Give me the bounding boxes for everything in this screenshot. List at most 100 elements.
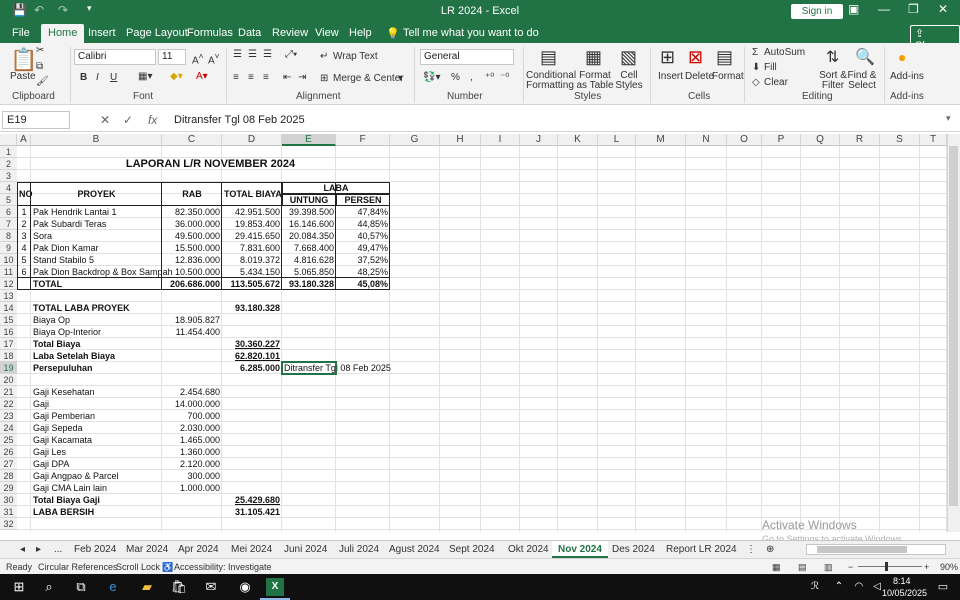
summary-label[interactable]: Biaya Op <box>31 314 162 326</box>
font-name-select[interactable]: Calibri <box>74 49 156 65</box>
row-header-1[interactable]: 1 <box>0 146 17 158</box>
column-header-A[interactable]: A <box>17 134 31 146</box>
zoom-in-icon[interactable]: + <box>924 562 929 572</box>
zoom-out-icon[interactable]: − <box>848 562 853 572</box>
font-size-select[interactable]: 11 <box>158 49 186 65</box>
sheet-tab[interactable]: Sept 2024 <box>449 544 495 555</box>
column-header-N[interactable]: N <box>686 134 727 146</box>
sort-filter-icon[interactable]: ⇅ <box>826 47 839 67</box>
project-name[interactable]: Pak Dion Kamar <box>31 242 162 254</box>
close-icon[interactable]: ✕ <box>938 2 948 16</box>
align-left-icon[interactable]: ≡ <box>233 72 239 83</box>
insert-cells-button[interactable]: Insert <box>658 71 683 82</box>
total-rab[interactable]: 206.686.000 <box>162 278 222 290</box>
align-top-icon[interactable]: ☰ <box>233 49 242 60</box>
gaji-label[interactable]: Gaji CMA Lain lain <box>31 482 162 494</box>
tab-file[interactable]: File <box>12 27 30 39</box>
column-header-L[interactable]: L <box>598 134 636 146</box>
excel-taskbar-icon[interactable]: X <box>266 578 284 596</box>
sign-in-button[interactable]: Sign in <box>791 4 843 19</box>
project-no[interactable]: 1 <box>17 206 31 218</box>
task-view-icon[interactable]: ⧉ <box>72 578 90 596</box>
column-header-K[interactable]: K <box>558 134 598 146</box>
gaji-label[interactable]: Gaji Kesehatan <box>31 386 162 398</box>
row-header-31[interactable]: 31 <box>0 506 17 518</box>
project-no[interactable]: 2 <box>17 218 31 230</box>
row-header-2[interactable]: 2 <box>0 158 17 170</box>
edge-icon[interactable]: e <box>104 578 122 596</box>
gaji-label[interactable]: Gaji Angpao & Parcel <box>31 470 162 482</box>
page-break-view-icon[interactable]: ▥ <box>824 562 833 573</box>
project-rab[interactable]: 49.500.000 <box>162 230 222 242</box>
increase-indent-icon[interactable]: ⇥ <box>298 72 306 83</box>
project-total-biaya[interactable]: 19.853.400 <box>222 218 282 230</box>
project-rab[interactable]: 36.000.000 <box>162 218 222 230</box>
number-format-select[interactable]: General <box>420 49 514 65</box>
copy-icon[interactable]: ⧉ <box>36 61 43 72</box>
decrease-indent-icon[interactable]: ⇤ <box>283 72 291 83</box>
file-explorer-icon[interactable]: ▰ <box>138 578 156 596</box>
tray-chevron-icon[interactable]: ⌃ <box>830 578 848 596</box>
project-name[interactable]: Sora <box>31 230 162 242</box>
minimize-icon[interactable]: — <box>878 2 890 16</box>
autosum-icon[interactable]: Σ <box>752 47 758 58</box>
store-icon[interactable]: 🛍 <box>170 578 188 596</box>
sheet-tab[interactable]: Okt 2024 <box>508 544 549 555</box>
project-untung[interactable]: 4.816.628 <box>282 254 336 266</box>
summary-label[interactable]: Biaya Op-Interior <box>31 326 162 338</box>
gaji-value[interactable]: 1.000.000 <box>162 482 222 494</box>
decrease-font-icon[interactable]: A˅ <box>208 51 220 66</box>
next-sheet-icon[interactable]: ▸ <box>36 544 41 555</box>
gaji-value[interactable]: 1.465.000 <box>162 434 222 446</box>
more-sheets-left[interactable]: ... <box>54 544 62 555</box>
summary-value-d[interactable]: 30.360.227 <box>222 338 282 350</box>
cancel-icon[interactable]: ✕ <box>100 113 110 127</box>
summary-value-d[interactable]: 6.285.000 <box>222 362 282 374</box>
project-rab[interactable]: 15.500.000 <box>162 242 222 254</box>
paste-icon[interactable]: 📋 <box>10 47 37 73</box>
row-header-24[interactable]: 24 <box>0 422 17 434</box>
wrap-text-button[interactable]: Wrap Text <box>333 51 378 62</box>
total-total-biaya[interactable]: 113.505.672 <box>222 278 282 290</box>
gaji-label[interactable]: Gaji Pemberian <box>31 410 162 422</box>
column-header-M[interactable]: M <box>636 134 686 146</box>
project-persen[interactable]: 44,85% <box>336 218 390 230</box>
total-gaji-label[interactable]: Total Biaya Gaji <box>31 494 162 506</box>
gaji-label[interactable]: Gaji Sepeda <box>31 422 162 434</box>
column-header-T[interactable]: T <box>920 134 947 146</box>
sheet-tab[interactable]: Juli 2024 <box>339 544 379 555</box>
conditional-formatting-icon[interactable]: ▤ <box>540 47 557 68</box>
row-header-27[interactable]: 27 <box>0 458 17 470</box>
gaji-label[interactable]: Gaji <box>31 398 162 410</box>
sheet-tab[interactable]: Des 2024 <box>612 544 655 555</box>
gaji-value[interactable]: 1.360.000 <box>162 446 222 458</box>
zoom-slider-thumb[interactable] <box>885 562 888 571</box>
notification-icon[interactable]: ▭ <box>934 578 952 596</box>
tab-data[interactable]: Data <box>238 27 261 39</box>
decrease-decimal-icon[interactable]: ⁻⁰ <box>500 72 509 83</box>
cell-styles-icon[interactable]: ▧ <box>620 47 637 68</box>
sheet-tab[interactable]: Feb 2024 <box>74 544 116 555</box>
summary-value-c[interactable] <box>162 350 222 362</box>
summary-value-c[interactable]: 18.905.827 <box>162 314 222 326</box>
row-header-9[interactable]: 9 <box>0 242 17 254</box>
formula-input[interactable]: Ditransfer Tgl 08 Feb 2025 <box>174 114 305 126</box>
merge-dropdown-icon[interactable]: ▾ <box>398 73 403 84</box>
status-accessibility[interactable]: Accessibility: Investigate <box>174 562 272 572</box>
row-header-23[interactable]: 23 <box>0 410 17 422</box>
borders-icon[interactable]: ▦▾ <box>138 71 152 82</box>
merge-center-button[interactable]: Merge & Center <box>333 73 404 84</box>
summary-label[interactable]: Persepuluhan <box>31 362 162 374</box>
row-header-6[interactable]: 6 <box>0 206 17 218</box>
row-header-5[interactable]: 5 <box>0 194 17 206</box>
header-total-biaya[interactable]: TOTAL BIAYA <box>222 188 282 200</box>
sheet-tab[interactable]: Juni 2024 <box>284 544 327 555</box>
tell-me-search[interactable]: Tell me what you want to do <box>403 27 539 39</box>
font-color-icon[interactable]: A▾ <box>196 71 208 82</box>
row-header-25[interactable]: 25 <box>0 434 17 446</box>
summary-label[interactable]: Total Biaya <box>31 338 162 350</box>
column-header-G[interactable]: G <box>390 134 440 146</box>
row-header-21[interactable]: 21 <box>0 386 17 398</box>
find-select-button[interactable]: Find & Select <box>846 71 878 91</box>
summary-value-c[interactable] <box>162 362 222 374</box>
